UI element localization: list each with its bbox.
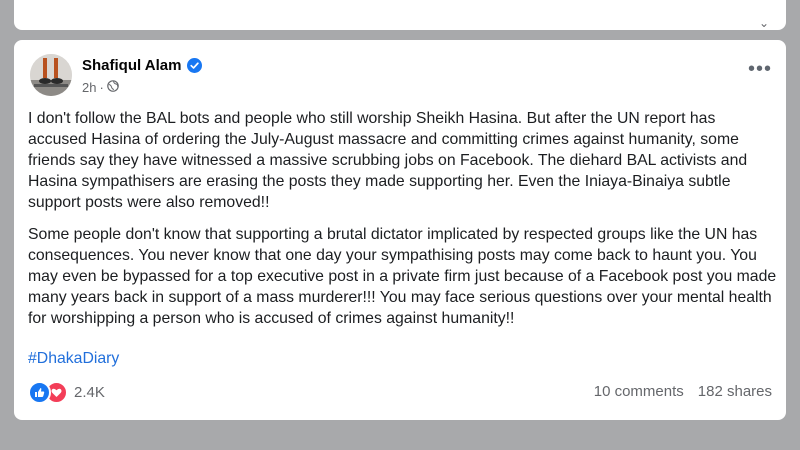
background-bottom — [0, 428, 800, 450]
comments-count[interactable]: 10 comments — [594, 383, 684, 400]
more-options-icon[interactable]: ••• — [748, 59, 772, 79]
post-body: I don't follow the BAL bots and people w… — [28, 108, 778, 340]
author-name-text[interactable]: Shafiqul Alam — [82, 57, 181, 74]
hashtag-link[interactable]: #DhakaDiary — [28, 350, 119, 368]
previous-post-edge: ⌄ — [14, 0, 786, 30]
reactions-summary[interactable]: 2.4K — [28, 381, 105, 404]
reactions-count[interactable]: 2.4K — [74, 384, 105, 401]
avatar[interactable] — [30, 54, 72, 96]
shares-count[interactable]: 182 shares — [698, 383, 772, 400]
post-meta: 2h · — [82, 80, 119, 95]
verified-badge-icon — [187, 58, 203, 73]
post-paragraph-2: Some people don't know that supporting a… — [28, 226, 777, 327]
post-card: Shafiqul Alam 2h · ••• I don't follow th… — [14, 40, 786, 420]
meta-separator: · — [99, 80, 104, 95]
post-time[interactable]: 2h — [82, 80, 96, 95]
post-paragraph-1: I don't follow the BAL bots and people w… — [28, 110, 748, 211]
previous-post-icon: ⌄ — [759, 16, 770, 30]
like-reaction-icon — [28, 381, 51, 404]
avatar-image — [30, 54, 72, 96]
globe-icon[interactable] — [107, 80, 119, 95]
author-name[interactable]: Shafiqul Alam — [82, 57, 203, 74]
post-stats: 10 comments 182 shares — [594, 383, 772, 400]
